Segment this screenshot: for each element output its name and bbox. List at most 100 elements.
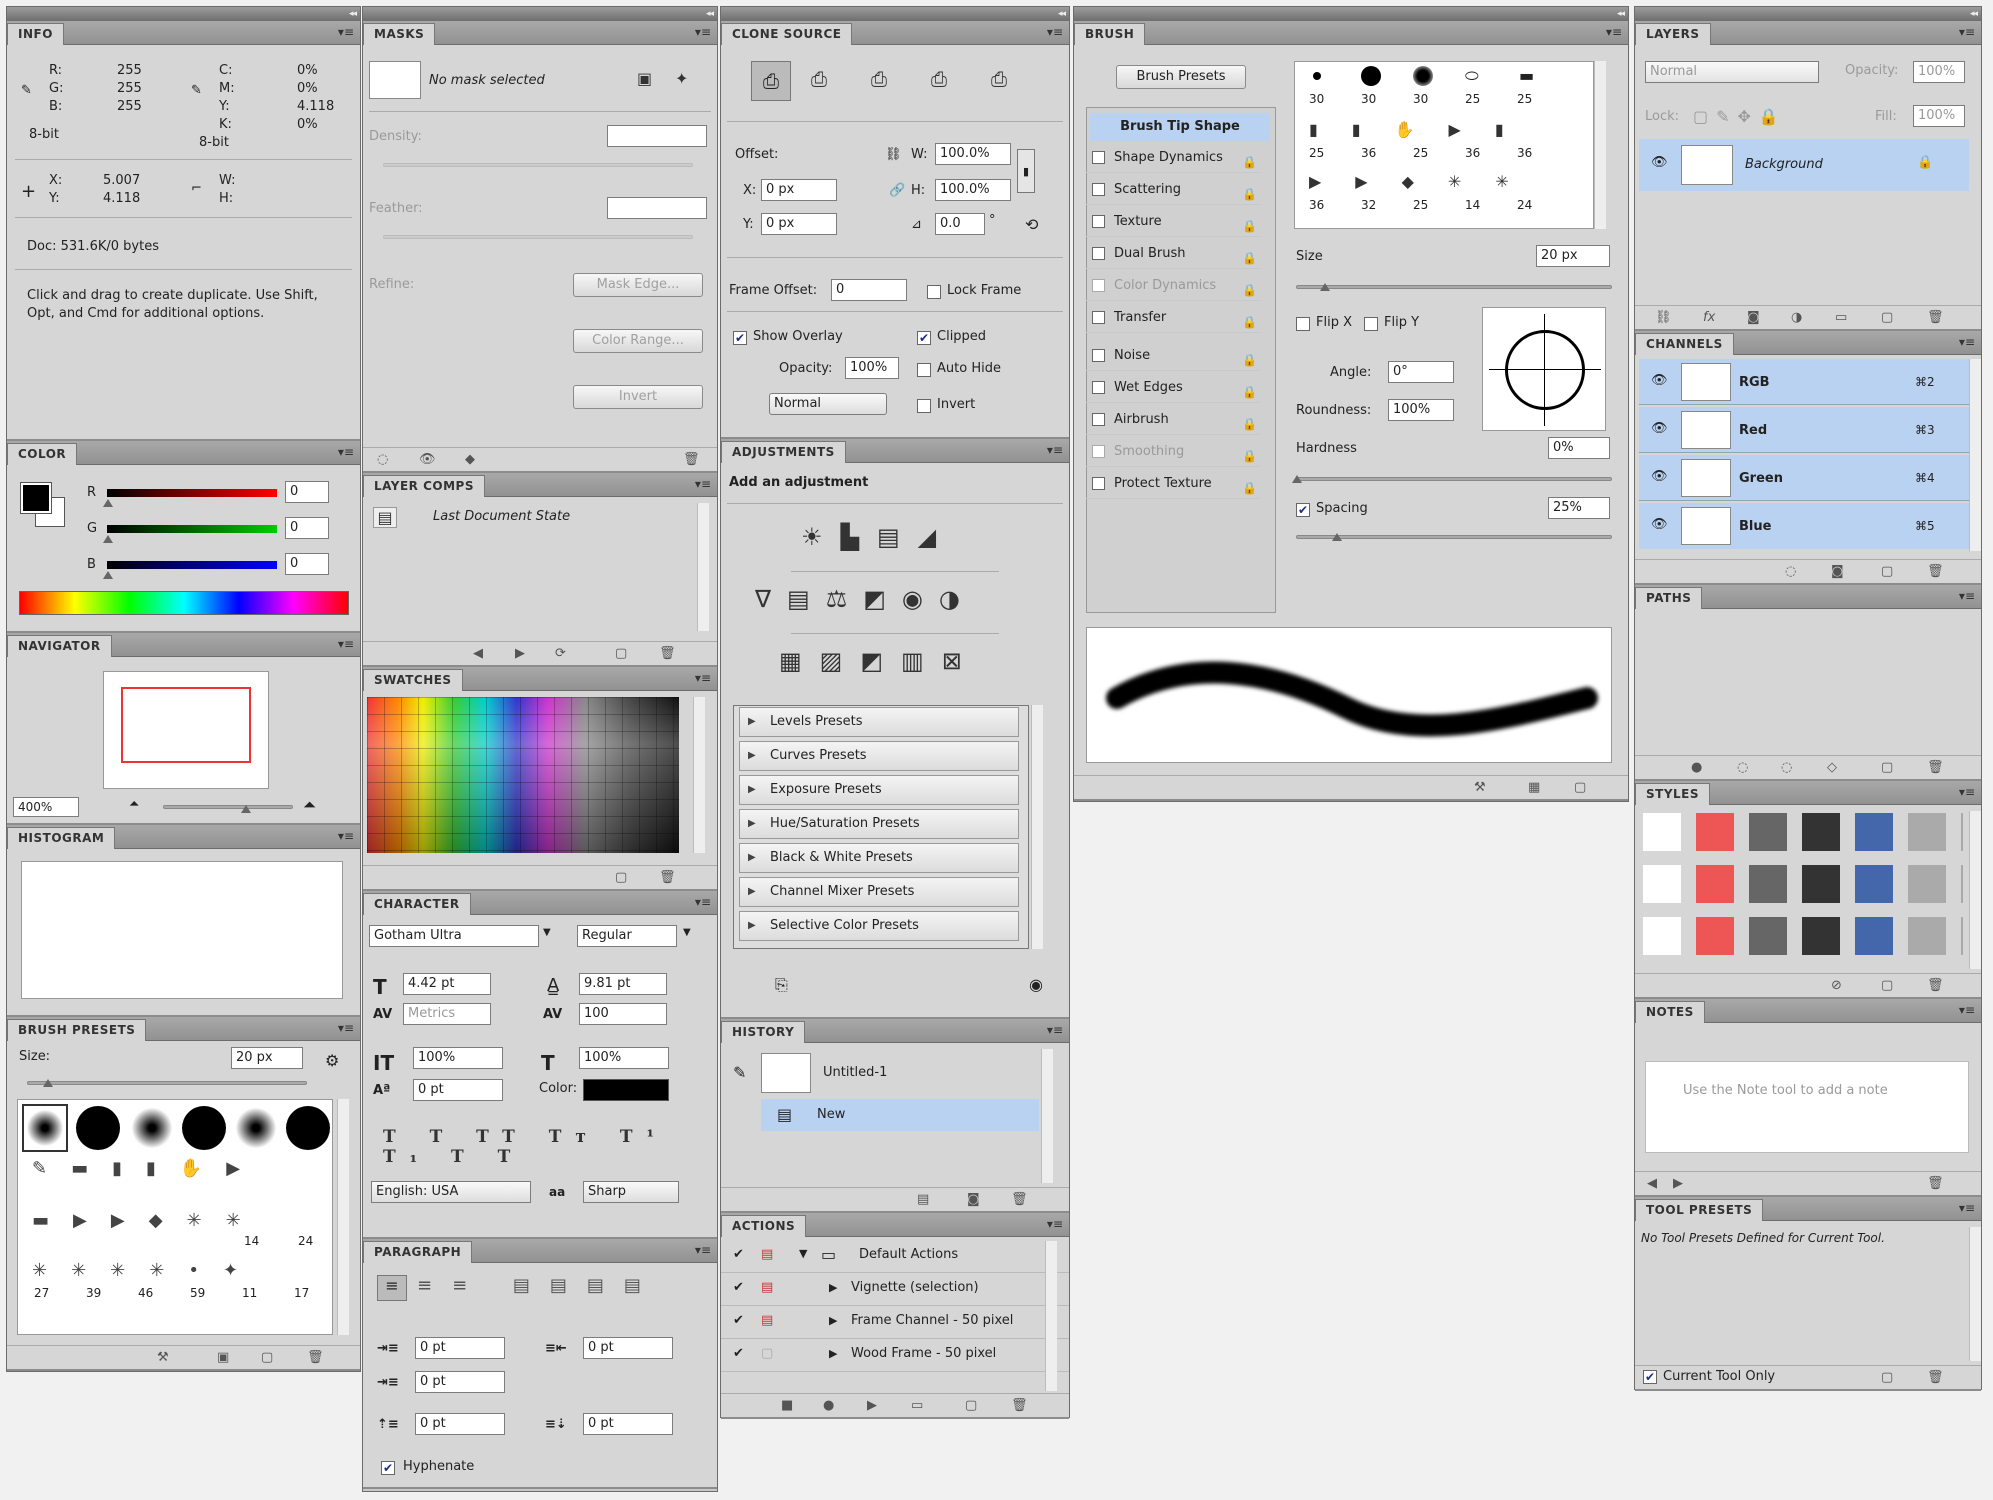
scrollbar[interactable] (1969, 811, 1981, 969)
brush-size-field[interactable]: 20 px (231, 1047, 303, 1069)
leading-field[interactable]: 9.81 pt (579, 973, 667, 995)
adjustment-icons-row-3[interactable]: ▦▨◩▥⊠ (779, 647, 980, 675)
slider-knob[interactable] (1332, 533, 1342, 541)
frame-offset-field[interactable]: 0 (831, 279, 907, 301)
collapse-icon[interactable]: ◂◂ (349, 9, 357, 19)
adjustment-icons-row-1[interactable]: ☀▙▤◢ (801, 523, 954, 551)
density-slider[interactable] (383, 163, 693, 167)
panel-menu-icon[interactable]: ▾≡ (1606, 25, 1622, 39)
tab-brush[interactable]: BRUSH (1074, 23, 1146, 45)
density-field[interactable] (607, 125, 707, 147)
size-slider[interactable] (1296, 285, 1612, 289)
panel-menu-icon[interactable]: ▾≡ (1959, 1003, 1975, 1017)
protect-texture-option[interactable]: Protect Texture 🔒 (1086, 471, 1261, 499)
brush-presets-button[interactable]: Brush Presets (1116, 65, 1246, 89)
brush-tip-row[interactable]: ✳✳✳✳•✦ (18, 1260, 332, 1281)
new-preset-icon[interactable]: ▣ (217, 1350, 229, 1365)
tab-adjustments[interactable]: ADJUSTMENTS (721, 441, 846, 463)
texture-option[interactable]: Texture 🔒 (1086, 209, 1261, 237)
trash-icon[interactable]: 🗑 (659, 870, 676, 885)
panel-menu-icon[interactable]: ▾≡ (1959, 335, 1975, 349)
fill-field[interactable]: 100% (1913, 105, 1965, 127)
tab-paths[interactable]: PATHS (1635, 587, 1703, 609)
clone-source-2-button[interactable]: ⎙ (811, 67, 827, 91)
color-spectrum-bar[interactable] (19, 591, 349, 615)
show-overlay-checkbox[interactable]: ✔ (733, 331, 747, 345)
adjustment-layer-icon[interactable]: ◑ (1791, 310, 1802, 325)
disclosure-triangle-icon[interactable]: ▶ (829, 1314, 837, 1327)
new-comp-icon[interactable]: ▢ (615, 646, 627, 661)
kerning-field[interactable]: Metrics (403, 1003, 491, 1025)
scrollbar[interactable] (1594, 61, 1606, 229)
clone-source-4-button[interactable]: ⎙ (931, 67, 947, 91)
collapse-icon[interactable]: ◂◂ (1617, 9, 1625, 19)
slider-knob[interactable] (103, 535, 113, 543)
scrollbar[interactable] (1969, 359, 1981, 551)
trash-icon[interactable]: 🗑 (1011, 1398, 1028, 1413)
column-header[interactable]: ◂◂ (1635, 7, 1981, 21)
curves-presets[interactable]: Curves Presets (739, 741, 1019, 771)
tracking-field[interactable]: 100 (579, 1003, 667, 1025)
load-path-icon[interactable]: ◌ (1781, 760, 1792, 775)
clone-source-1-button[interactable]: ⎙ (751, 61, 791, 101)
channel-mixer-presets[interactable]: Channel Mixer Presets (739, 877, 1019, 907)
space-before-field[interactable]: 0 pt (415, 1413, 505, 1435)
trash-icon[interactable]: 🗑 (1927, 1176, 1944, 1191)
panel-menu-icon[interactable]: ▾≡ (695, 25, 711, 39)
tab-masks[interactable]: MASKS (363, 23, 436, 45)
brush-size-field[interactable]: 20 px (1536, 245, 1610, 267)
tab-notes[interactable]: NOTES (1635, 1001, 1705, 1023)
mask-edge-button[interactable]: Mask Edge... (573, 273, 703, 297)
clip-to-layer-icon[interactable]: ⎘ (775, 975, 788, 995)
link-layers-icon[interactable]: ⛓ (1655, 310, 1672, 325)
create-new-icon[interactable]: ▢ (1574, 780, 1586, 795)
scrollbar[interactable] (1045, 1241, 1057, 1391)
create-new-icon[interactable]: ▢ (261, 1350, 273, 1365)
brush-tip-soft[interactable] (22, 1104, 68, 1152)
make-path-icon[interactable]: ◇ (1827, 760, 1837, 775)
selective-color-presets[interactable]: Selective Color Presets (739, 911, 1019, 941)
tab-layers[interactable]: LAYERS (1635, 23, 1711, 45)
stroke-path-icon[interactable]: ◌ (1737, 760, 1748, 775)
panel-menu-icon[interactable]: ▾≡ (1047, 443, 1063, 457)
flip-x-checkbox[interactable] (1296, 317, 1310, 331)
maintain-aspect-icon[interactable]: ▮ (1017, 149, 1035, 193)
disclosure-triangle-icon[interactable]: ▶ (829, 1347, 837, 1360)
overlay-opacity-field[interactable]: 100% (845, 357, 899, 379)
new-preset-icon[interactable]: ▢ (1881, 1370, 1893, 1385)
panel-menu-icon[interactable]: ▾≡ (1047, 1217, 1063, 1231)
history-state-new[interactable] (761, 1099, 1039, 1131)
next-comp-icon[interactable]: ▶ (515, 646, 525, 661)
tab-swatches[interactable]: SWATCHES (363, 669, 463, 691)
visibility-eye-icon[interactable]: 👁 (1651, 373, 1668, 388)
opacity-field[interactable]: 100% (1913, 61, 1965, 83)
font-size-field[interactable]: 4.42 pt (403, 973, 491, 995)
play-icon[interactable]: ▶ (867, 1398, 877, 1413)
panel-menu-icon[interactable]: ▾≡ (695, 477, 711, 491)
reset-transform-icon[interactable]: ⟲ (1025, 215, 1038, 234)
collapse-icon[interactable]: ◂◂ (1058, 9, 1066, 19)
new-swatch-icon[interactable]: ▢ (615, 870, 627, 885)
alignment-buttons[interactable]: ≡≡ ▤▤▤▤ (417, 1275, 661, 1296)
action-set-row[interactable]: ✔ ▤ ▼ ▭ Default Actions (721, 1241, 1069, 1273)
action-row[interactable]: ✔ ▤ ▶ Frame Channel - 50 pixel (721, 1307, 1069, 1339)
scrollbar[interactable] (693, 697, 705, 853)
hue-saturation-presets[interactable]: Hue/Saturation Presets (739, 809, 1019, 839)
shape-dynamics-option[interactable]: Shape Dynamics 🔒 (1086, 145, 1261, 173)
trash-icon[interactable]: 🗑 (683, 452, 700, 467)
record-icon[interactable]: ● (823, 1398, 834, 1413)
current-tool-only-checkbox[interactable]: ✔ (1643, 1370, 1657, 1384)
toggle-check-icon[interactable]: ✔ (733, 1313, 744, 1328)
slider-knob[interactable] (43, 1079, 53, 1087)
new-style-icon[interactable]: ▢ (1881, 978, 1893, 993)
vertical-scale-field[interactable]: 100% (413, 1047, 503, 1069)
visibility-eye-icon[interactable]: 👁 (1651, 469, 1668, 484)
brush-tip-shape-option[interactable]: Brush Tip Shape (1090, 113, 1270, 141)
tab-tool-presets[interactable]: TOOL PRESETS (1635, 1199, 1764, 1221)
text-color-swatch[interactable] (583, 1079, 669, 1101)
panel-menu-icon[interactable]: ▾≡ (338, 1021, 354, 1035)
chevron-down-icon[interactable]: ▼ (683, 927, 691, 938)
action-row[interactable]: ✔ ▤ ▶ Vignette (selection) (721, 1274, 1069, 1306)
green-slider[interactable] (107, 525, 277, 533)
spacing-slider[interactable] (1296, 535, 1612, 539)
